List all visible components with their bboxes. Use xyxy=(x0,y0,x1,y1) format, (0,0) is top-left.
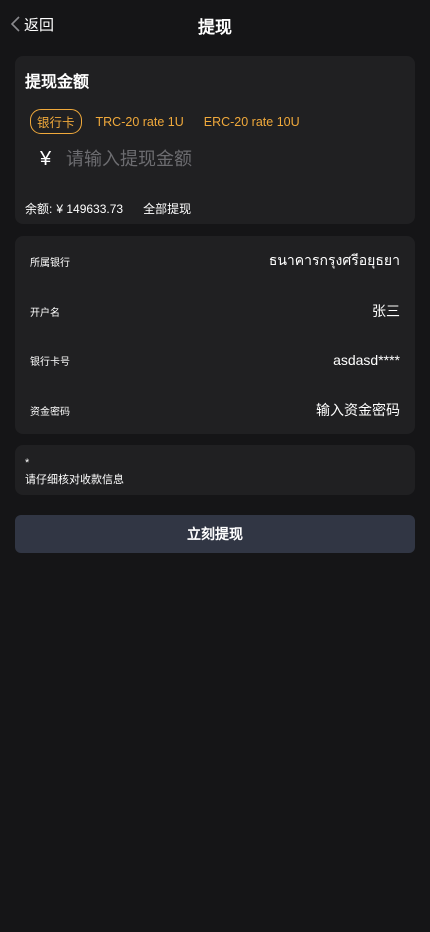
withdraw-page: 返回 提现 提现金额 银行卡 TRC-20 rate 1U ERC-20 rat… xyxy=(0,0,430,932)
balance-label: 余额: xyxy=(25,202,53,216)
page-title: 提现 xyxy=(198,18,232,37)
amount-title: 提现金额 xyxy=(25,74,90,91)
amount-card: 提现金额 银行卡 TRC-20 rate 1U ERC-20 rate 10U … xyxy=(15,56,415,224)
currency-symbol: ¥ xyxy=(40,147,52,170)
withdraw-method-tabs: 银行卡 TRC-20 rate 1U ERC-20 rate 10U xyxy=(30,109,320,134)
card-number-label: 银行卡号 xyxy=(30,356,70,368)
bank-value: ธนาคารกรุงศรีอยุธยา xyxy=(268,252,400,268)
balance-row: 余额: ¥ 149633.73 全部提现 xyxy=(25,200,191,217)
header: 返回 提现 xyxy=(0,0,430,48)
card-number-row: 银行卡号 asdasd**** xyxy=(30,348,400,372)
fund-password-row[interactable]: 资金密码 输入资金密码 xyxy=(30,398,400,422)
notice-card: * 请仔细核对收款信息 xyxy=(15,445,415,495)
bank-label: 所属银行 xyxy=(30,257,70,269)
fund-password-label: 资金密码 xyxy=(30,406,70,418)
notice-text: 请仔细核对收款信息 xyxy=(25,474,124,486)
method-tab-erc20[interactable]: ERC-20 rate 10U xyxy=(204,115,300,129)
withdraw-all-button[interactable]: 全部提现 xyxy=(143,200,191,217)
amount-row: ¥ xyxy=(40,144,400,174)
account-name-label: 开户名 xyxy=(30,307,60,319)
notice-asterisk: * xyxy=(25,457,30,469)
method-tab-bank-card[interactable]: 银行卡 xyxy=(30,109,82,134)
account-name-value: 张三 xyxy=(372,303,400,319)
balance-value: ¥ 149633.73 xyxy=(56,201,124,216)
account-name-row: 开户名 张三 xyxy=(30,299,400,323)
bank-row[interactable]: 所属银行 ธนาคารกรุงศรีอยุธยา xyxy=(30,249,400,273)
amount-input[interactable] xyxy=(66,148,400,170)
submit-withdraw-button[interactable]: 立刻提现 xyxy=(15,515,415,553)
fund-password-field[interactable]: 输入资金密码 xyxy=(316,400,400,420)
card-number-value: asdasd**** xyxy=(333,352,400,368)
method-tab-trc20[interactable]: TRC-20 rate 1U xyxy=(96,115,184,129)
account-info-card: 所属银行 ธนาคารกรุงศรีอยุธยา 开户名 张三 银行卡号 asd… xyxy=(15,236,415,434)
